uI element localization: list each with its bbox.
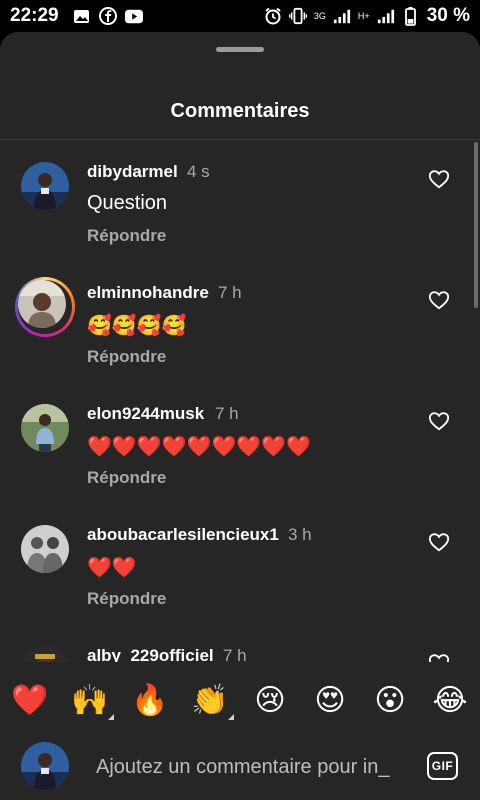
status-time: 22:29 — [10, 5, 59, 26]
heart-outline-icon[interactable] — [428, 410, 450, 432]
comment-time: 7 h — [218, 283, 242, 302]
signal-icon — [333, 7, 351, 25]
comment-time: 3 h — [288, 525, 312, 544]
vibrate-icon — [288, 7, 307, 25]
battery-icon — [402, 6, 420, 26]
reply-button[interactable]: Répondre — [87, 347, 166, 367]
raising-hands-emoji: 🙌 — [71, 683, 109, 717]
sheet-title: Commentaires — [170, 100, 310, 122]
emoji-raising-hands-button[interactable]: 🙌 — [70, 680, 114, 720]
avatar[interactable] — [21, 525, 69, 573]
avatar[interactable] — [21, 404, 69, 452]
comment-item: alby_229officiel 7 h — [0, 624, 480, 662]
emoji-surprised-button[interactable]: 😮 — [370, 680, 410, 720]
comment-username[interactable]: alby_229officiel — [87, 646, 214, 662]
scrollbar[interactable] — [474, 142, 478, 308]
story-ring[interactable] — [15, 277, 75, 337]
emoji-heart-eyes-button[interactable]: 😍 — [310, 680, 350, 720]
comment-item: elminnohandre 7 h 🥰🥰🥰🥰 Répondre — [0, 261, 480, 382]
comment-username[interactable]: elon9244musk — [87, 404, 204, 424]
own-avatar — [21, 742, 69, 790]
gif-button[interactable]: GIF — [427, 752, 458, 780]
gallery-icon — [73, 7, 91, 25]
reply-button[interactable]: Répondre — [87, 468, 166, 488]
network-type-label: 3G — [313, 11, 326, 21]
comment-username[interactable]: dibydarmel — [87, 162, 178, 182]
heart-outline-icon[interactable] — [428, 652, 450, 662]
comment-item: aboubacarlesilencieux1 3 h ❤️❤️ Répondre — [0, 503, 480, 624]
comment-text: ❤️❤️❤️❤️❤️❤️❤️❤️❤️ — [87, 436, 312, 458]
drag-handle[interactable] — [216, 47, 264, 52]
comment-time: 7 h — [215, 404, 239, 423]
skin-tone-indicator — [108, 714, 114, 720]
comments-sheet: Commentaires dibydarmel 4 s Question Rép… — [0, 32, 480, 800]
status-bar: 22:29 3G H+ 30 % — [0, 0, 480, 32]
comment-text: ❤️❤️ — [87, 557, 137, 579]
comment-input[interactable] — [96, 752, 408, 782]
emoji-fire-button[interactable]: 🔥 — [130, 680, 170, 720]
comment-composer: GIF — [0, 732, 480, 800]
avatar[interactable] — [21, 162, 69, 210]
emoji-laughing-button[interactable]: 😂 — [430, 680, 470, 720]
comment-username[interactable]: elminnohandre — [87, 283, 209, 303]
emoji-heart-button[interactable]: ❤️ — [10, 680, 50, 720]
emoji-crying-button[interactable]: 😢 — [250, 680, 290, 720]
emoji-clap-button[interactable]: 👏 — [190, 680, 234, 720]
youtube-icon — [124, 7, 143, 25]
comment-time: 7 h — [223, 646, 247, 662]
heart-outline-icon[interactable] — [428, 531, 450, 553]
avatar — [18, 280, 66, 328]
comment-item: dibydarmel 4 s Question Répondre — [0, 140, 480, 261]
reply-button[interactable]: Répondre — [87, 226, 166, 246]
clap-emoji: 👏 — [191, 683, 229, 717]
facebook-icon — [98, 7, 117, 25]
data-type-label: H+ — [357, 11, 370, 21]
avatar[interactable] — [21, 646, 69, 662]
alarm-icon — [264, 7, 282, 25]
comment-item: elon9244musk 7 h ❤️❤️❤️❤️❤️❤️❤️❤️❤️ Répo… — [0, 382, 480, 503]
heart-outline-icon[interactable] — [428, 289, 450, 311]
signal-icon-2 — [377, 7, 395, 25]
battery-percentage: 30 % — [426, 5, 470, 26]
comment-text: 🥰🥰🥰🥰 — [87, 315, 187, 337]
comment-list[interactable]: dibydarmel 4 s Question Répondre elminno… — [0, 140, 480, 662]
reply-button[interactable]: Répondre — [87, 589, 166, 609]
heart-outline-icon[interactable] — [428, 168, 450, 190]
quick-emoji-bar: ❤️ 🙌 🔥 👏 😢 😍 😮 😂 — [0, 670, 480, 730]
skin-tone-indicator — [228, 714, 234, 720]
comment-time: 4 s — [187, 162, 210, 181]
comment-username[interactable]: aboubacarlesilencieux1 — [87, 525, 279, 545]
comment-text: Question — [87, 192, 168, 214]
